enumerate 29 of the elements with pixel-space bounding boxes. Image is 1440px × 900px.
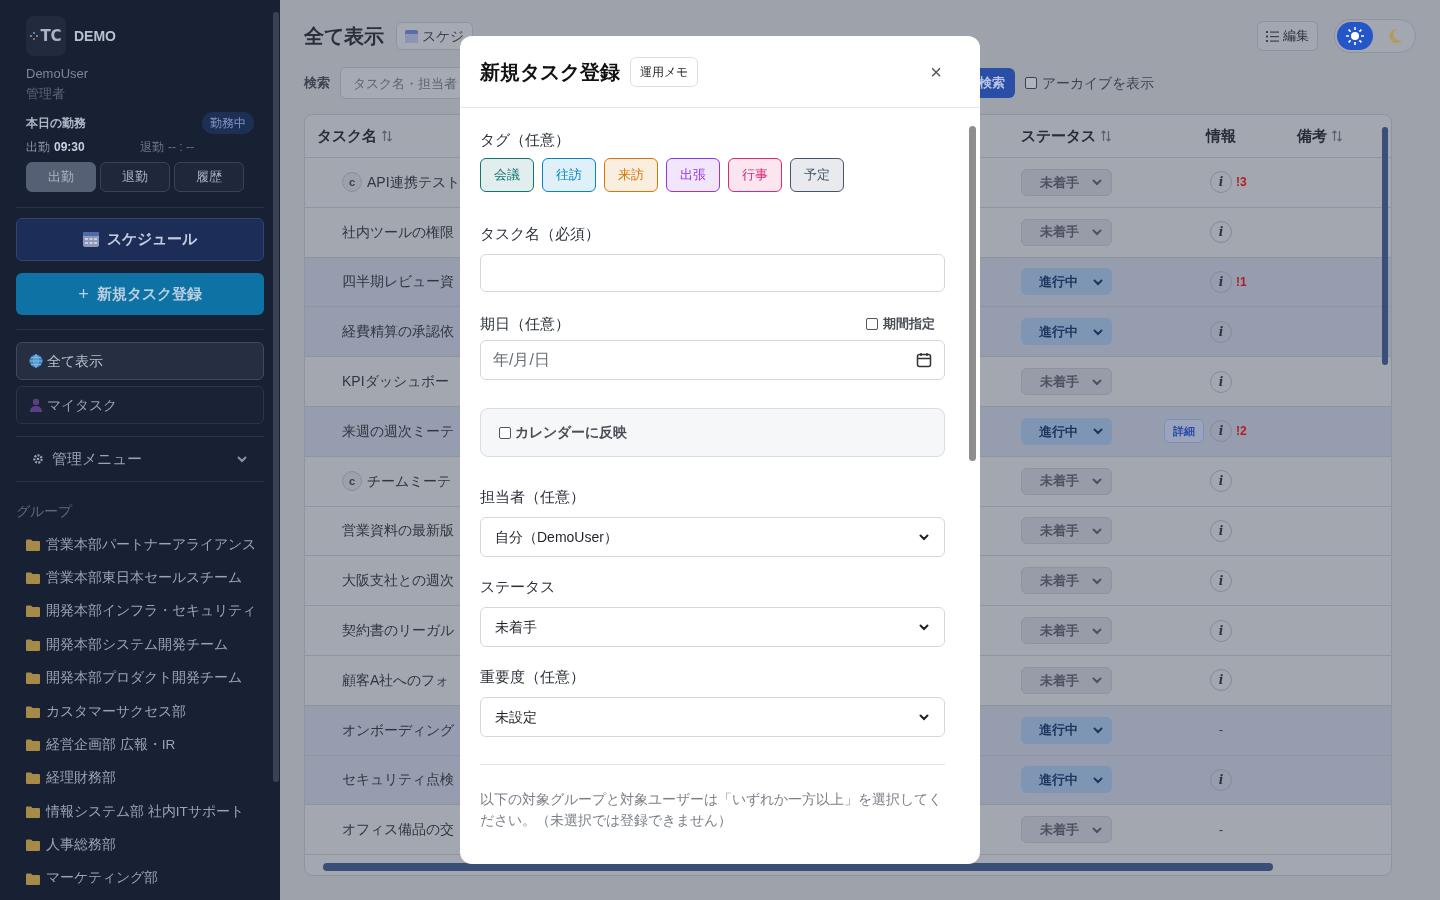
- logo-text: TC: [40, 25, 62, 47]
- status-label: ステータス: [480, 578, 555, 595]
- due-date-label: 期日（任意）: [480, 314, 570, 334]
- recurring-badge: c: [342, 172, 362, 193]
- user-name: DemoUser: [26, 65, 90, 83]
- groups-heading: グループ: [16, 502, 74, 521]
- priority-label: 重要度（任意）: [480, 668, 585, 685]
- search-label: 検索: [304, 74, 330, 93]
- clock-in-time: 09:30: [54, 139, 86, 156]
- task-name-label: タスク名（必須）: [480, 225, 600, 242]
- alert-count: !1: [1236, 274, 1247, 291]
- plus-icon: +: [78, 280, 89, 308]
- tags-label: タグ（任意）: [480, 130, 571, 150]
- attendance-title: 本日の勤務: [26, 115, 86, 132]
- empty-value: -: [1219, 821, 1223, 839]
- modal-title: 新規タスク登録: [480, 59, 620, 85]
- status-badge: 勤務中: [202, 112, 254, 134]
- clock-out-label: 退勤: [140, 139, 164, 156]
- page-title: 全て表示: [304, 24, 384, 49]
- user-role: 管理者: [26, 85, 66, 103]
- assignee-label: 担当者（任意）: [480, 488, 585, 505]
- alert-count: !3: [1236, 174, 1247, 192]
- alert-count: !2: [1236, 423, 1247, 441]
- instruction-text: 以下の対象グループと対象ユーザーは「いずれか一方以上」を選択してください。（未選択では登録できません）: [480, 790, 943, 830]
- clock-in-label: 出勤: [26, 139, 50, 156]
- brand-name: DEMO: [74, 26, 116, 46]
- recurring-badge: c: [342, 471, 362, 492]
- empty-value: -: [1219, 722, 1223, 740]
- clock-out-time: -- : --: [168, 139, 194, 156]
